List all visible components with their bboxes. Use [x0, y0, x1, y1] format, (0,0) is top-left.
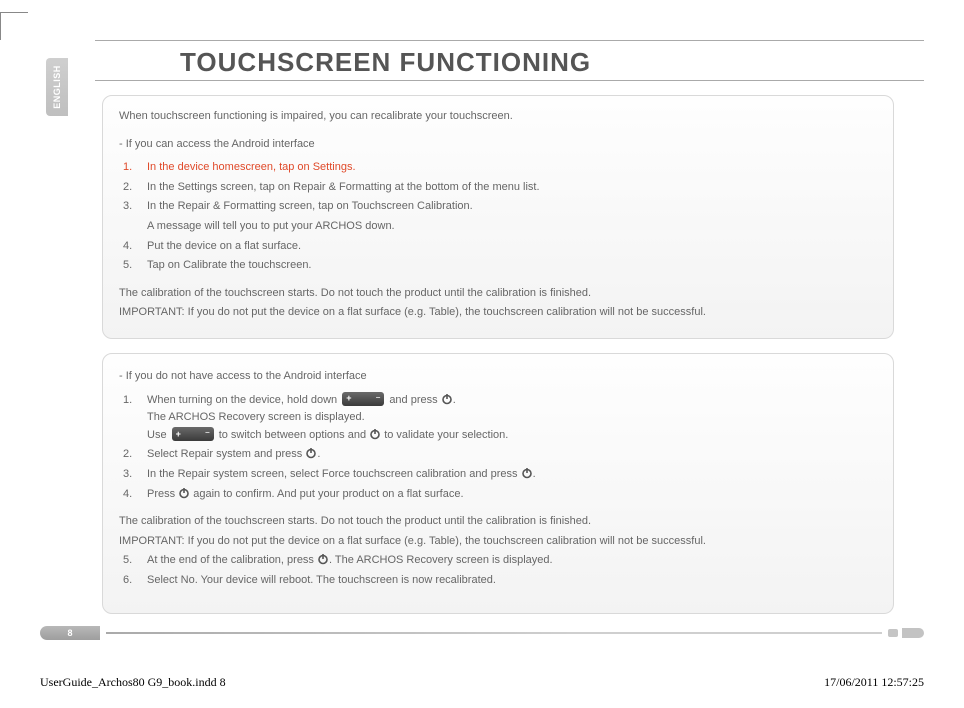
mid-line-1: The calibration of the touchscreen start…: [119, 513, 877, 531]
mid-line-2: IMPORTANT: If you do not put the device …: [119, 533, 877, 551]
footer-stub: [888, 629, 898, 637]
power-icon: [369, 428, 381, 440]
steps-list-2: 1. When turning on the device, hold down…: [119, 392, 877, 504]
steps-list-2b: 5. At the end of the calibration, press …: [119, 552, 877, 589]
step-1: 1. In the device homescreen, tap on Sett…: [119, 159, 877, 177]
language-tab: ENGLISH: [46, 58, 68, 116]
step2-5: 5. At the end of the calibration, press …: [119, 552, 877, 570]
document-page: ENGLISH TOUCHSCREEN FUNCTIONING When tou…: [0, 0, 964, 708]
power-icon: [317, 553, 329, 565]
crop-mark: [0, 12, 28, 40]
page-title: TOUCHSCREEN FUNCTIONING: [180, 47, 924, 78]
footer-rule: [106, 632, 882, 634]
step-5: 5. Tap on Calibrate the touchscreen.: [119, 257, 877, 275]
condition-line: If you can access the Android interface: [119, 136, 877, 154]
intro-text: When touchscreen functioning is impaired…: [119, 108, 877, 126]
volume-rocker-icon: +−: [172, 427, 214, 441]
step-4: 4. Put the device on a flat surface.: [119, 238, 877, 256]
steps-list: 1. In the device homescreen, tap on Sett…: [119, 159, 877, 275]
step2-6: 6. Select No. Your device will reboot. T…: [119, 572, 877, 590]
print-timestamp: 17/06/2011 12:57:25: [824, 675, 924, 690]
header-rule-top: [95, 40, 924, 41]
header-rule-bottom: [95, 80, 924, 81]
power-icon: [305, 447, 317, 459]
outro-line-1: The calibration of the touchscreen start…: [119, 285, 877, 303]
step2-2: 2. Select Repair system and press .: [119, 446, 877, 464]
power-icon: [441, 393, 453, 405]
step2-3: 3. In the Repair system screen, select F…: [119, 466, 877, 484]
step2-4: 4. Press again to confirm. And put your …: [119, 486, 877, 504]
footer-bar: 8: [40, 626, 924, 640]
power-icon: [521, 467, 533, 479]
outro-line-2: IMPORTANT: If you do not put the device …: [119, 304, 877, 322]
language-label: ENGLISH: [52, 65, 62, 109]
step-2: 2. In the Settings screen, tap on Repair…: [119, 179, 877, 197]
condition-line-2: If you do not have access to the Android…: [119, 368, 877, 386]
volume-rocker-icon: +−: [342, 392, 384, 406]
page-number-pill: 8: [40, 626, 100, 640]
panel-with-android-access: When touchscreen functioning is impaired…: [102, 95, 894, 339]
print-metadata: UserGuide_Archos80 G9_book.indd 8 17/06/…: [40, 675, 924, 690]
power-icon: [178, 487, 190, 499]
panel-without-android-access: If you do not have access to the Android…: [102, 353, 894, 615]
step-3: 3. In the Repair & Formatting screen, ta…: [119, 198, 877, 216]
step-3-cont: A message will tell you to put your ARCH…: [119, 218, 877, 236]
footer-end-cap: [902, 628, 924, 638]
step2-1: 1. When turning on the device, hold down…: [119, 392, 877, 445]
print-file: UserGuide_Archos80 G9_book.indd 8: [40, 675, 226, 690]
